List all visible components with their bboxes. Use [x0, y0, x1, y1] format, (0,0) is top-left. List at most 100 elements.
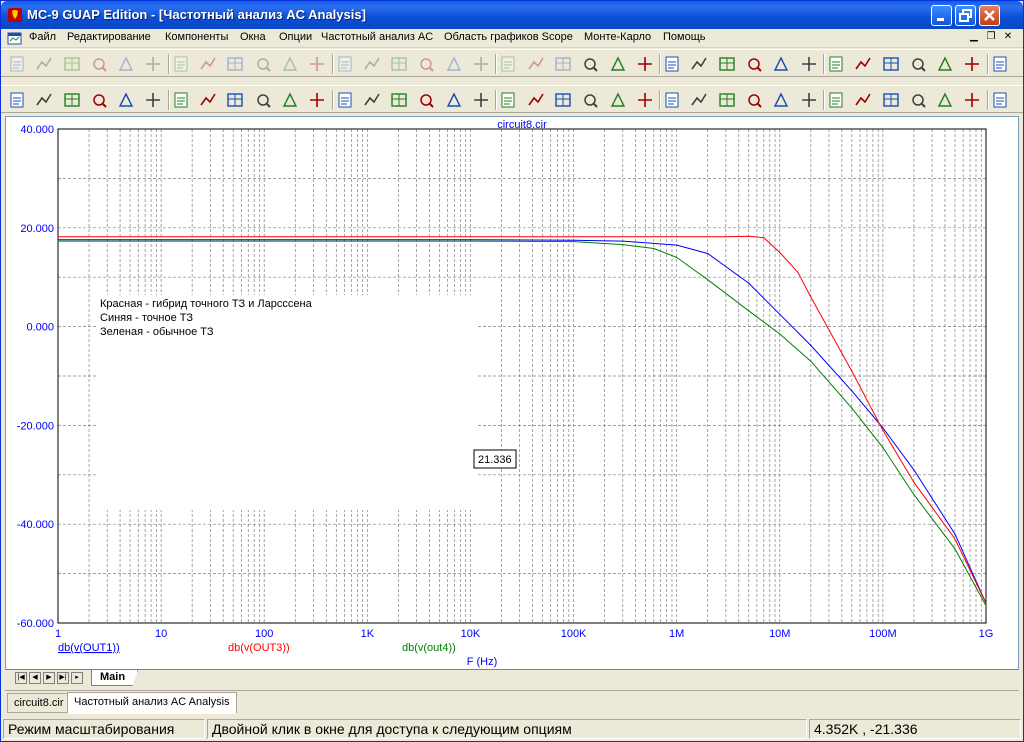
- slope-icon[interactable]: [143, 90, 163, 110]
- measure-icon[interactable]: [89, 90, 109, 110]
- diag-icon[interactable]: [335, 90, 355, 110]
- global-lo-icon[interactable]: [799, 90, 819, 110]
- window-icon[interactable]: [662, 54, 682, 74]
- hi-icon[interactable]: [689, 90, 709, 110]
- vd-icon[interactable]: [962, 54, 982, 74]
- menu-item-5[interactable]: Частотный анализ AC: [321, 31, 433, 43]
- paste-icon[interactable]: [280, 54, 300, 74]
- pause-icon[interactable]: [280, 90, 300, 110]
- tile-horizontal-icon[interactable]: [580, 54, 600, 74]
- close-button[interactable]: [979, 5, 1000, 26]
- peak-icon[interactable]: [444, 90, 464, 110]
- table-icon[interactable]: [799, 54, 819, 74]
- resistor-icon[interactable]: [389, 54, 409, 74]
- inductor-icon[interactable]: [444, 54, 464, 74]
- mdi-minimize-button[interactable]: ▁: [967, 31, 981, 45]
- cursor-icon[interactable]: [116, 90, 136, 110]
- ac-analysis-chart[interactable]: circuit8.cir 40.000 20.000 0.000 -20.000 -40.…: [6, 117, 1018, 670]
- copy-icon[interactable]: [253, 54, 273, 74]
- low-icon[interactable]: [526, 90, 546, 110]
- redo-icon[interactable]: [198, 54, 218, 74]
- grid-icon[interactable]: [362, 90, 382, 110]
- opamp-icon[interactable]: [553, 54, 573, 74]
- minimize-button[interactable]: [931, 5, 952, 26]
- menu-item-4[interactable]: Опции: [279, 31, 312, 43]
- diode-icon[interactable]: [471, 54, 491, 74]
- maximize-button[interactable]: [955, 5, 976, 26]
- delete-icon[interactable]: [307, 54, 327, 74]
- cursor-left-icon[interactable]: [580, 90, 600, 110]
- next-page-button[interactable]: ▶: [43, 672, 55, 684]
- text-icon[interactable]: [198, 90, 218, 110]
- cursor-right-icon[interactable]: [608, 90, 628, 110]
- lo-icon[interactable]: [717, 90, 737, 110]
- title-bar[interactable]: MC-9 GUAP Edition - [Частотный анализ AC…: [1, 1, 1023, 29]
- document-window-icon[interactable]: [7, 31, 23, 46]
- global-hi-icon[interactable]: [771, 90, 791, 110]
- component-icon[interactable]: [335, 54, 355, 74]
- valley-icon[interactable]: [471, 90, 491, 110]
- mdi-close-button[interactable]: ✕: [1001, 31, 1015, 45]
- battery-icon[interactable]: [526, 54, 546, 74]
- tab-main[interactable]: Main: [91, 670, 139, 686]
- waveform-icon[interactable]: [62, 90, 82, 110]
- ground-icon[interactable]: [362, 54, 382, 74]
- tab-ac-analysis[interactable]: Частотный анализ AC Analysis: [67, 692, 237, 714]
- slope2-icon[interactable]: [826, 90, 846, 110]
- run-icon[interactable]: [225, 90, 245, 110]
- peak2-icon[interactable]: [635, 90, 655, 110]
- analysis-icon[interactable]: [935, 54, 955, 74]
- grid-icon[interactable]: [826, 54, 846, 74]
- cut-icon[interactable]: [225, 54, 245, 74]
- new-icon[interactable]: [7, 54, 27, 74]
- menu-item-1[interactable]: Редактирование: [67, 31, 151, 43]
- undo-icon[interactable]: [171, 54, 191, 74]
- plot-area[interactable]: circuit8.cir 40.000 20.000 0.000 -20.000 -40.…: [5, 116, 1019, 684]
- prev-page-button[interactable]: ◀: [29, 672, 41, 684]
- page-list-button[interactable]: ▸: [71, 672, 83, 684]
- probe-icon[interactable]: [908, 54, 928, 74]
- open-icon[interactable]: [34, 54, 54, 74]
- menu-item-6[interactable]: Область графиков Scope: [444, 31, 573, 43]
- print-preview-icon[interactable]: [143, 54, 163, 74]
- scale-icon[interactable]: [935, 90, 955, 110]
- text-p-icon[interactable]: [744, 54, 764, 74]
- menu-item-0[interactable]: Файл: [29, 31, 56, 43]
- last-page-button[interactable]: ▶|: [57, 672, 69, 684]
- high-icon[interactable]: [498, 90, 518, 110]
- capacitor-icon[interactable]: [416, 54, 436, 74]
- save-all-icon[interactable]: [89, 54, 109, 74]
- cascade-icon[interactable]: [635, 54, 655, 74]
- mdi-restore-button[interactable]: ❐: [984, 31, 998, 45]
- shape-icon[interactable]: [34, 90, 54, 110]
- zoom-in-icon[interactable]: [962, 90, 982, 110]
- text-g-icon[interactable]: [771, 54, 791, 74]
- wire-icon[interactable]: [881, 54, 901, 74]
- grid3-icon[interactable]: [416, 90, 436, 110]
- save-icon[interactable]: [62, 54, 82, 74]
- split-icon[interactable]: [689, 54, 709, 74]
- wave-icon[interactable]: [853, 54, 873, 74]
- data-icon[interactable]: [908, 90, 928, 110]
- inflect-icon[interactable]: [744, 90, 764, 110]
- menu-item-8[interactable]: Помощь: [663, 31, 706, 43]
- menu-item-3[interactable]: Окна: [240, 31, 266, 43]
- tile-vertical-icon[interactable]: [608, 54, 628, 74]
- label-icon[interactable]: [171, 90, 191, 110]
- print-icon[interactable]: [116, 54, 136, 74]
- scope-icon[interactable]: [990, 54, 1010, 74]
- first-page-button[interactable]: |◀: [15, 672, 27, 684]
- calculator-icon[interactable]: [717, 54, 737, 74]
- grid2-icon[interactable]: [389, 90, 409, 110]
- valley2-icon[interactable]: [662, 90, 682, 110]
- select-arrow-icon[interactable]: [7, 90, 27, 110]
- stop-icon[interactable]: [253, 90, 273, 110]
- table2-icon[interactable]: [881, 90, 901, 110]
- tab-circuit[interactable]: circuit8.cir: [7, 693, 71, 713]
- zoom-out-icon[interactable]: [990, 90, 1010, 110]
- menu-item-2[interactable]: Компоненты: [165, 31, 228, 43]
- export-icon[interactable]: [853, 90, 873, 110]
- line-icon[interactable]: [307, 90, 327, 110]
- transistor-icon[interactable]: [498, 54, 518, 74]
- menu-item-7[interactable]: Монте-Карло: [584, 31, 651, 43]
